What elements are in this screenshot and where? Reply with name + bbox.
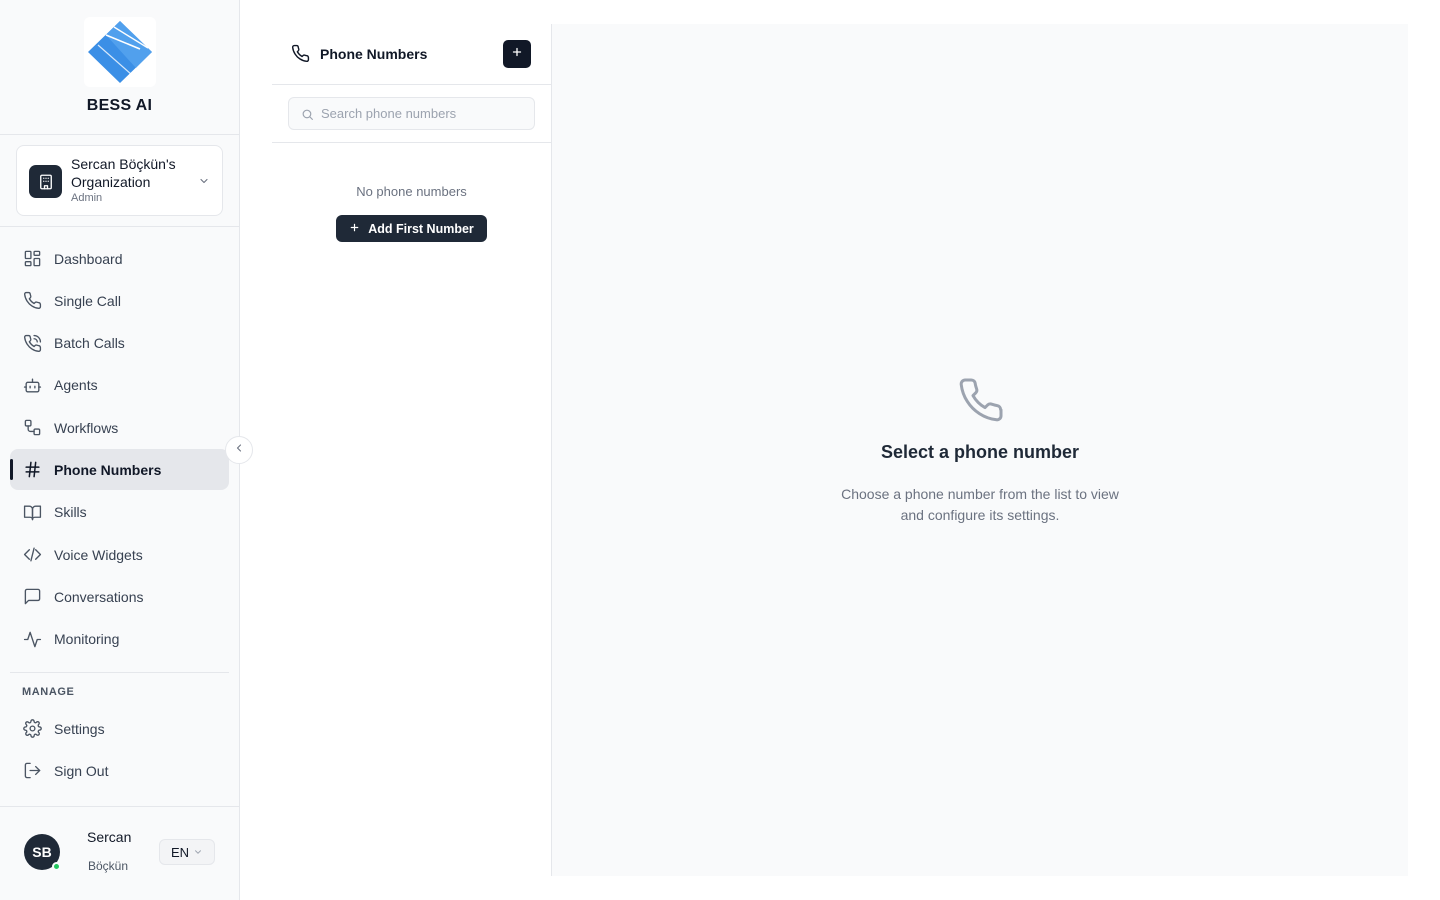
plus-icon	[511, 45, 523, 63]
gear-icon	[22, 719, 42, 739]
search-input[interactable]	[321, 98, 526, 129]
plus-icon	[349, 222, 360, 236]
nav-label: Settings	[54, 720, 105, 737]
sidebar: BESS AI Sercan Böçkün's Organization Adm…	[0, 0, 240, 900]
organization-section: Sercan Böçkün's Organization Admin	[0, 135, 239, 227]
nav-item-batch-calls[interactable]: Batch Calls	[10, 323, 229, 364]
code-icon	[22, 545, 42, 565]
nav-item-monitoring[interactable]: Monitoring	[10, 619, 229, 660]
user-first-name: Sercan	[87, 829, 132, 845]
nav-item-dashboard[interactable]: Dashboard	[10, 238, 229, 279]
organization-switcher[interactable]: Sercan Böçkün's Organization Admin	[16, 145, 223, 216]
nav-label: Single Call	[54, 292, 121, 309]
add-first-number-button[interactable]: Add First Number	[336, 215, 487, 242]
nav-label: Agents	[54, 377, 98, 394]
message-icon	[22, 587, 42, 607]
nav-label: Voice Widgets	[54, 546, 143, 563]
sign-out-icon	[22, 761, 42, 781]
add-first-number-label: Add First Number	[368, 221, 474, 236]
hash-icon	[22, 460, 42, 480]
manage-section-label: MANAGE	[22, 686, 75, 698]
nav-label: Batch Calls	[54, 335, 125, 352]
nav-label: Phone Numbers	[54, 461, 162, 478]
search-section	[272, 85, 551, 143]
nav-item-skills[interactable]: Skills	[10, 492, 229, 533]
detail-empty-description: Choose a phone number from the list to v…	[841, 486, 1119, 523]
nav-label: Monitoring	[54, 631, 120, 648]
organization-role: Admin	[71, 192, 103, 204]
nav-label: Conversations	[54, 588, 144, 605]
nav-item-phone-numbers[interactable]: Phone Numbers	[10, 449, 229, 491]
chevron-left-icon	[233, 441, 245, 459]
user-profile: SB Sercan Böçkün EN	[0, 806, 239, 900]
nav-item-agents[interactable]: Agents	[10, 365, 229, 406]
online-status-dot	[52, 862, 61, 871]
chevron-down-icon	[198, 174, 210, 192]
bot-icon	[22, 375, 42, 395]
nav-item-conversations[interactable]: Conversations	[10, 576, 229, 617]
brand-header: BESS AI	[0, 0, 239, 135]
search-icon	[301, 108, 314, 126]
collapse-sidebar-button[interactable]	[225, 436, 253, 464]
nav-item-voice-widgets[interactable]: Voice Widgets	[10, 534, 229, 575]
nav-item-workflows[interactable]: Workflows	[10, 407, 229, 448]
building-icon	[29, 165, 62, 198]
nav-label: Skills	[54, 504, 87, 521]
activity-icon	[22, 629, 42, 649]
phone-icon	[22, 291, 42, 311]
detail-empty-title: Select a phone number	[880, 442, 1080, 462]
search-box	[288, 97, 535, 130]
phone-calls-icon	[22, 333, 42, 353]
nav-item-settings[interactable]: Settings	[10, 708, 229, 749]
language-selector[interactable]: EN	[159, 839, 215, 865]
nav-label: Dashboard	[54, 250, 123, 267]
manage-nav: Settings Sign Out	[10, 708, 229, 793]
nav-label: Sign Out	[54, 762, 109, 779]
list-title: Phone Numbers	[320, 46, 428, 62]
chevron-down-icon	[193, 845, 203, 860]
dashboard-icon	[22, 249, 42, 269]
empty-state-text: No phone numbers	[356, 184, 467, 199]
phone-icon	[291, 44, 310, 68]
organization-name: Sercan Böçkün's Organization	[71, 156, 176, 190]
book-icon	[22, 502, 42, 522]
list-header: Phone Numbers	[272, 24, 551, 85]
nav-item-single-call[interactable]: Single Call	[10, 280, 229, 321]
workflow-icon	[22, 418, 42, 438]
main-nav: Dashboard Single Call Batch Calls Agents…	[10, 238, 229, 661]
brand-logo[interactable]	[84, 17, 156, 87]
user-last-name: Böçkün	[88, 859, 129, 873]
phone-number-detail-panel: Select a phone number Choose a phone num…	[552, 24, 1408, 876]
nav-item-sign-out[interactable]: Sign Out	[10, 750, 229, 791]
nav-divider	[10, 672, 229, 673]
brand-name: BESS AI	[86, 97, 153, 114]
language-label: EN	[170, 844, 190, 860]
add-phone-number-button[interactable]	[503, 40, 531, 68]
phone-icon	[957, 376, 1005, 429]
phone-numbers-list-panel: Phone Numbers No phone numbers Add First…	[272, 24, 552, 876]
nav-label: Workflows	[54, 419, 119, 436]
